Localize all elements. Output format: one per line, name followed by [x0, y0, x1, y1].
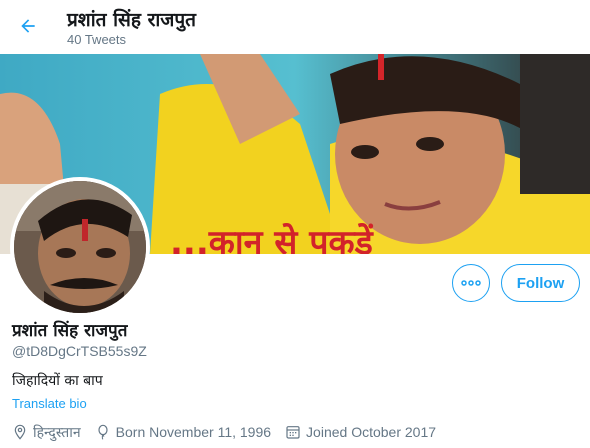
banner-overlay-text: ...कान से पकड़ें [170, 222, 375, 254]
profile-meta: हिन्दुस्तान Born November 11, 1996 Joine… [12, 422, 450, 442]
location-item: हिन्दुस्तान [12, 423, 81, 442]
avatar-image [14, 181, 146, 313]
tweet-count: 40 Tweets [67, 32, 127, 47]
birthday-item: Born November 11, 1996 [95, 424, 271, 440]
birthday-text: Born November 11, 1996 [115, 424, 272, 440]
more-options-button[interactable] [452, 264, 490, 302]
calendar-icon [286, 426, 300, 439]
bio-text: जिहादियों का बाप [12, 373, 103, 389]
profile-avatar[interactable] [10, 177, 150, 317]
user-handle: @tD8DgCrTSB55s9Z [12, 343, 147, 359]
joined-text: Joined October 2017 [306, 424, 437, 440]
joined-item: Joined October 2017 [285, 424, 436, 440]
more-dots-icon [461, 280, 481, 286]
display-name: प्रशांत सिंह राजपुत [12, 321, 128, 341]
balloon-icon [98, 424, 108, 440]
profile-header-bar: प्रशांत सिंह राजपुत 40 Tweets [0, 0, 590, 54]
arrow-left-icon [21, 19, 35, 33]
translate-bio-link[interactable]: Translate bio [12, 396, 87, 411]
location-text: हिन्दुस्तान [33, 424, 81, 441]
follow-button[interactable]: Follow [501, 264, 580, 302]
header-title: प्रशांत सिंह राजपुत [67, 9, 196, 31]
location-pin-icon [14, 424, 26, 440]
back-button[interactable] [12, 10, 44, 42]
